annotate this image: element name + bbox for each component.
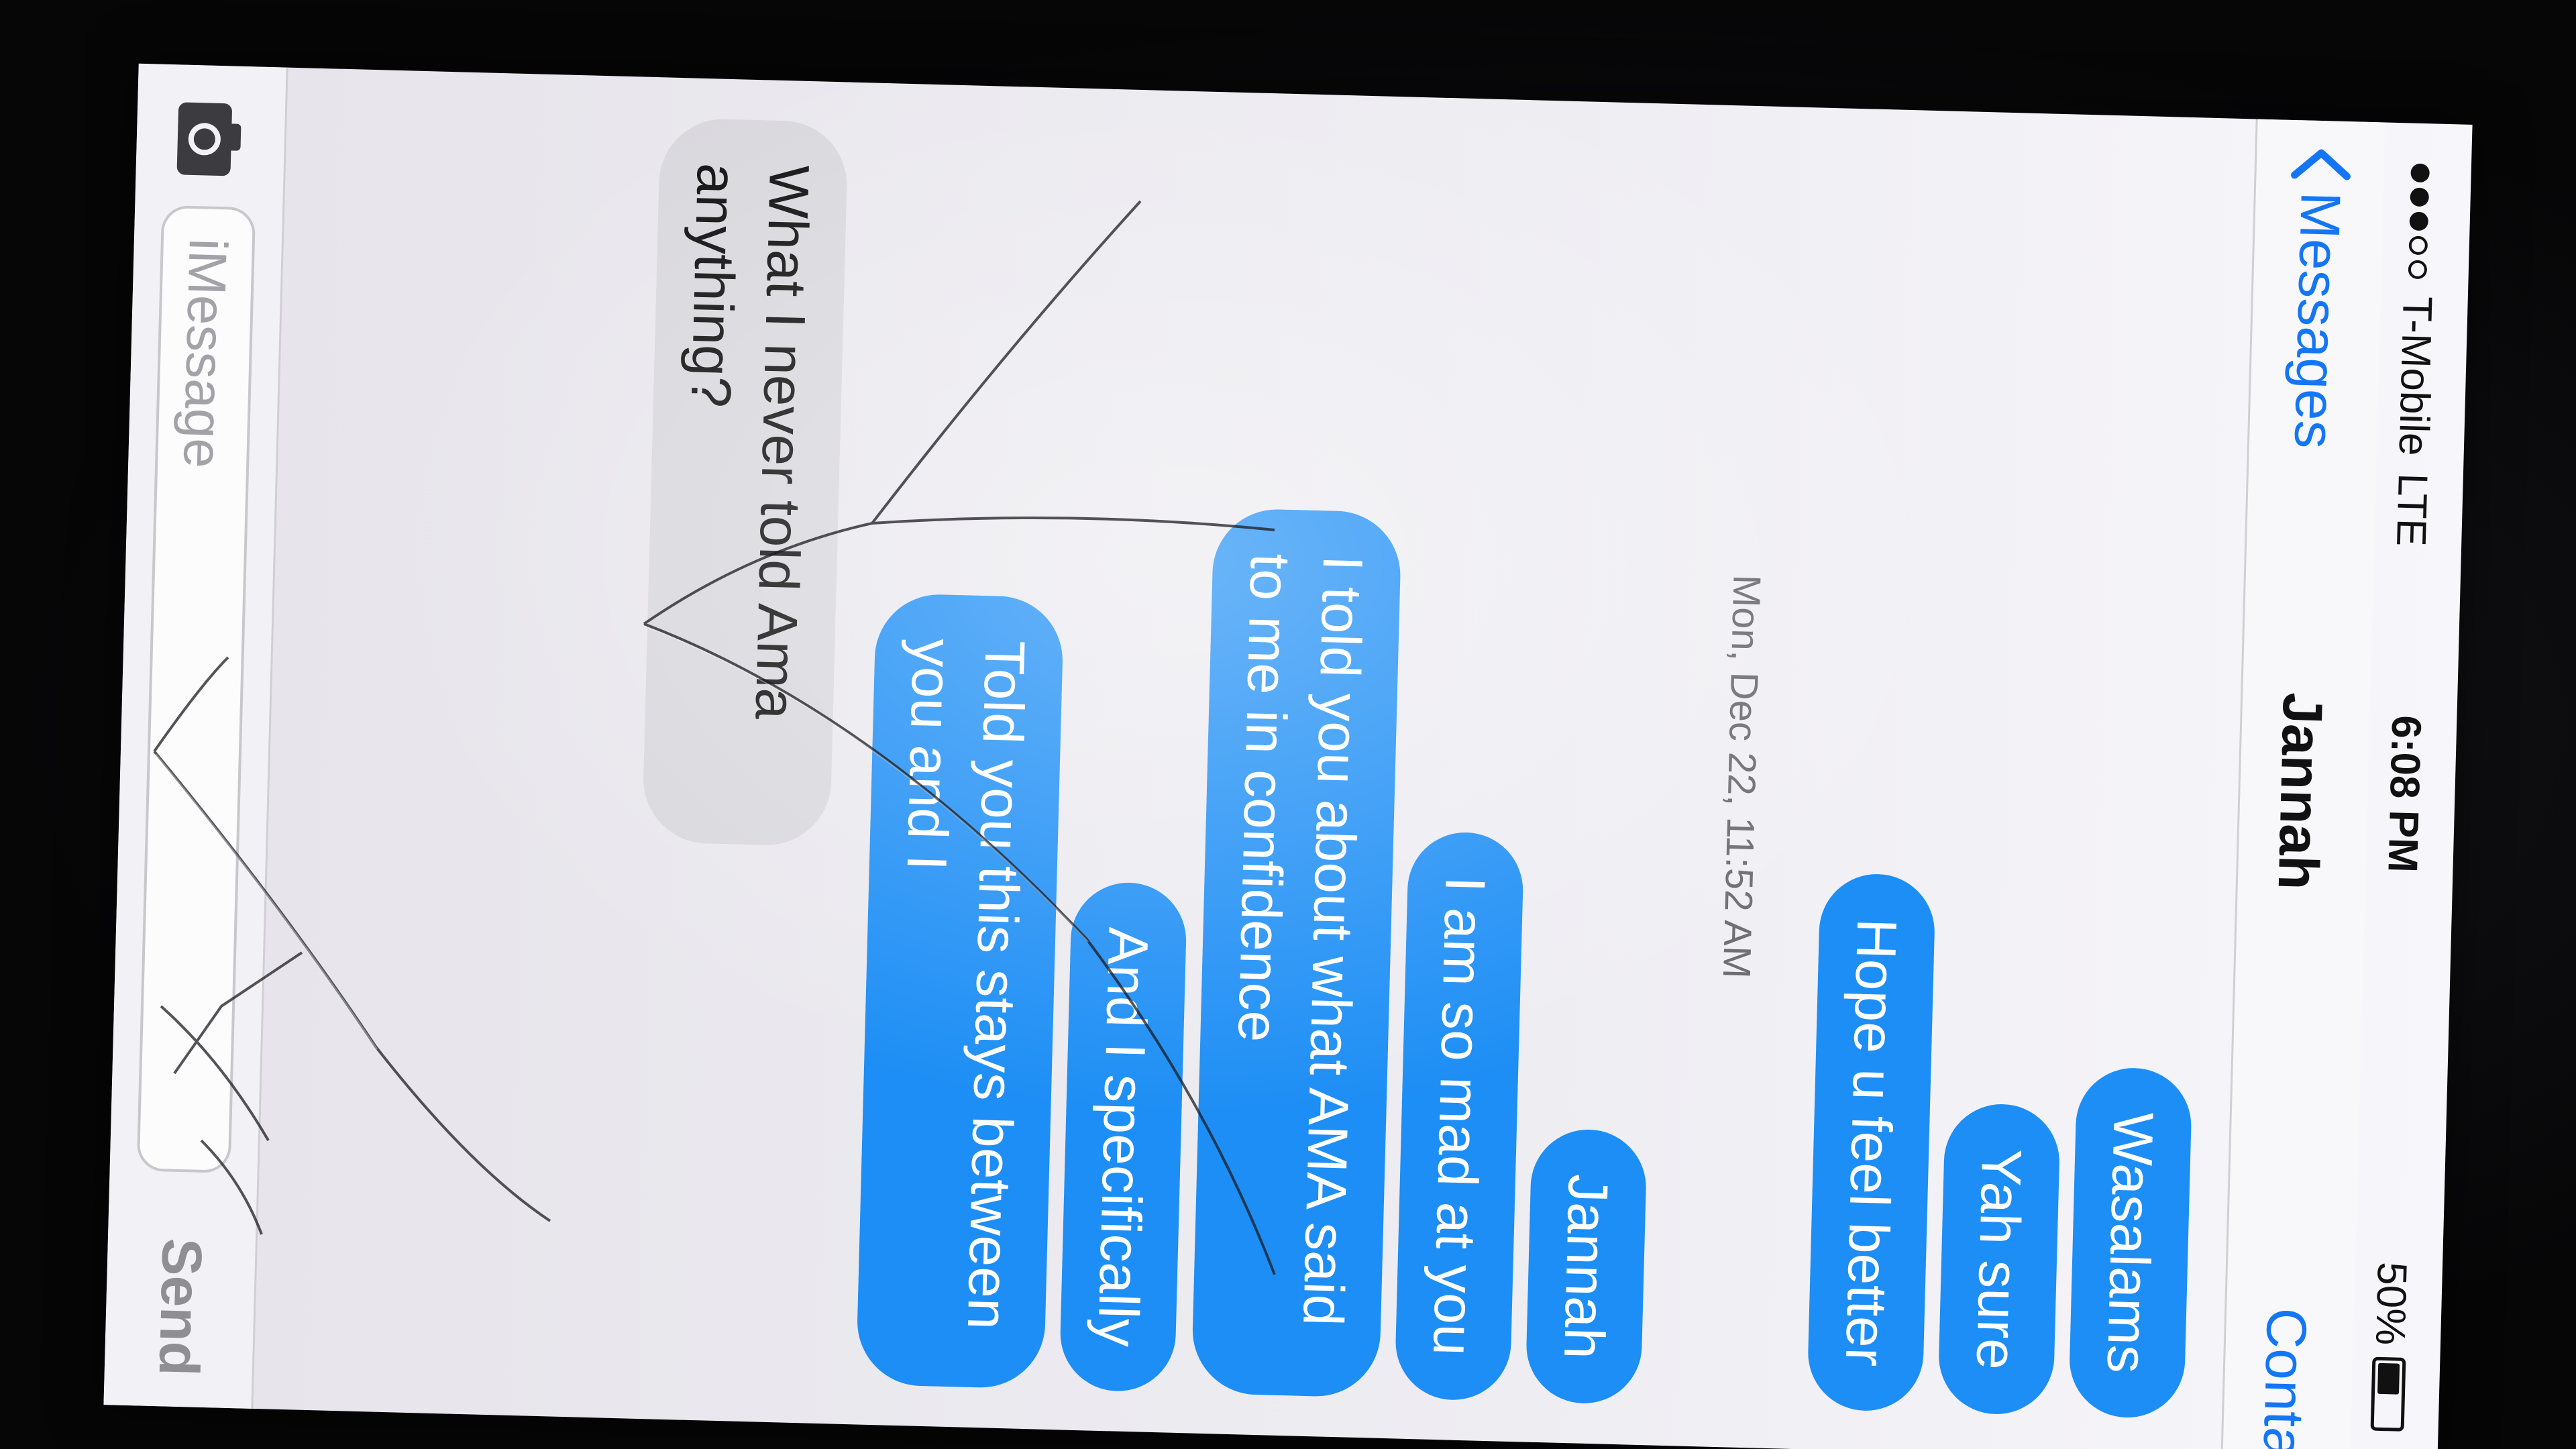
- imessage-input[interactable]: [136, 205, 256, 1173]
- message-bubble-outgoing[interactable]: And I specifically: [1059, 881, 1188, 1393]
- message-bubble-outgoing[interactable]: I am so mad at you: [1394, 830, 1525, 1401]
- message-bubble-outgoing[interactable]: Yah sure: [1937, 1102, 2061, 1416]
- message-bubble-outgoing[interactable]: Jannah: [1525, 1128, 1648, 1405]
- camera-icon[interactable]: [172, 98, 248, 180]
- message-input-bar: Send: [103, 63, 288, 1409]
- battery-icon: [2371, 1356, 2406, 1432]
- contact-button[interactable]: Contact: [2249, 1307, 2320, 1449]
- message-timestamp: Mon, Dec 22, 11:52 AM: [1714, 574, 1769, 979]
- battery-level-fill: [2377, 1362, 2400, 1395]
- conversation-title: Jannah: [2266, 692, 2335, 891]
- photo-background: T-Mobile LTE 6:08 PM 50% Messages Jannah…: [0, 0, 2576, 1449]
- message-bubble-incoming[interactable]: What I never told Ama anything?: [641, 117, 849, 847]
- send-button[interactable]: Send: [145, 1233, 215, 1381]
- battery-percent: 50%: [2366, 1261, 2416, 1346]
- message-thread[interactable]: Wasalams Yah sure Hope u feel better Mon…: [358, 70, 2244, 1449]
- message-bubble-outgoing[interactable]: I told you about what AMA said to me in …: [1191, 507, 1402, 1398]
- phone-screen: T-Mobile LTE 6:08 PM 50% Messages Jannah…: [103, 63, 2473, 1449]
- battery-status: 50%: [2364, 1261, 2416, 1432]
- message-bubble-outgoing[interactable]: Hope u feel better: [1807, 873, 1936, 1413]
- message-bubble-outgoing[interactable]: Told you this stays between you and I: [855, 592, 1065, 1389]
- message-bubble-outgoing[interactable]: Wasalams: [2068, 1067, 2193, 1419]
